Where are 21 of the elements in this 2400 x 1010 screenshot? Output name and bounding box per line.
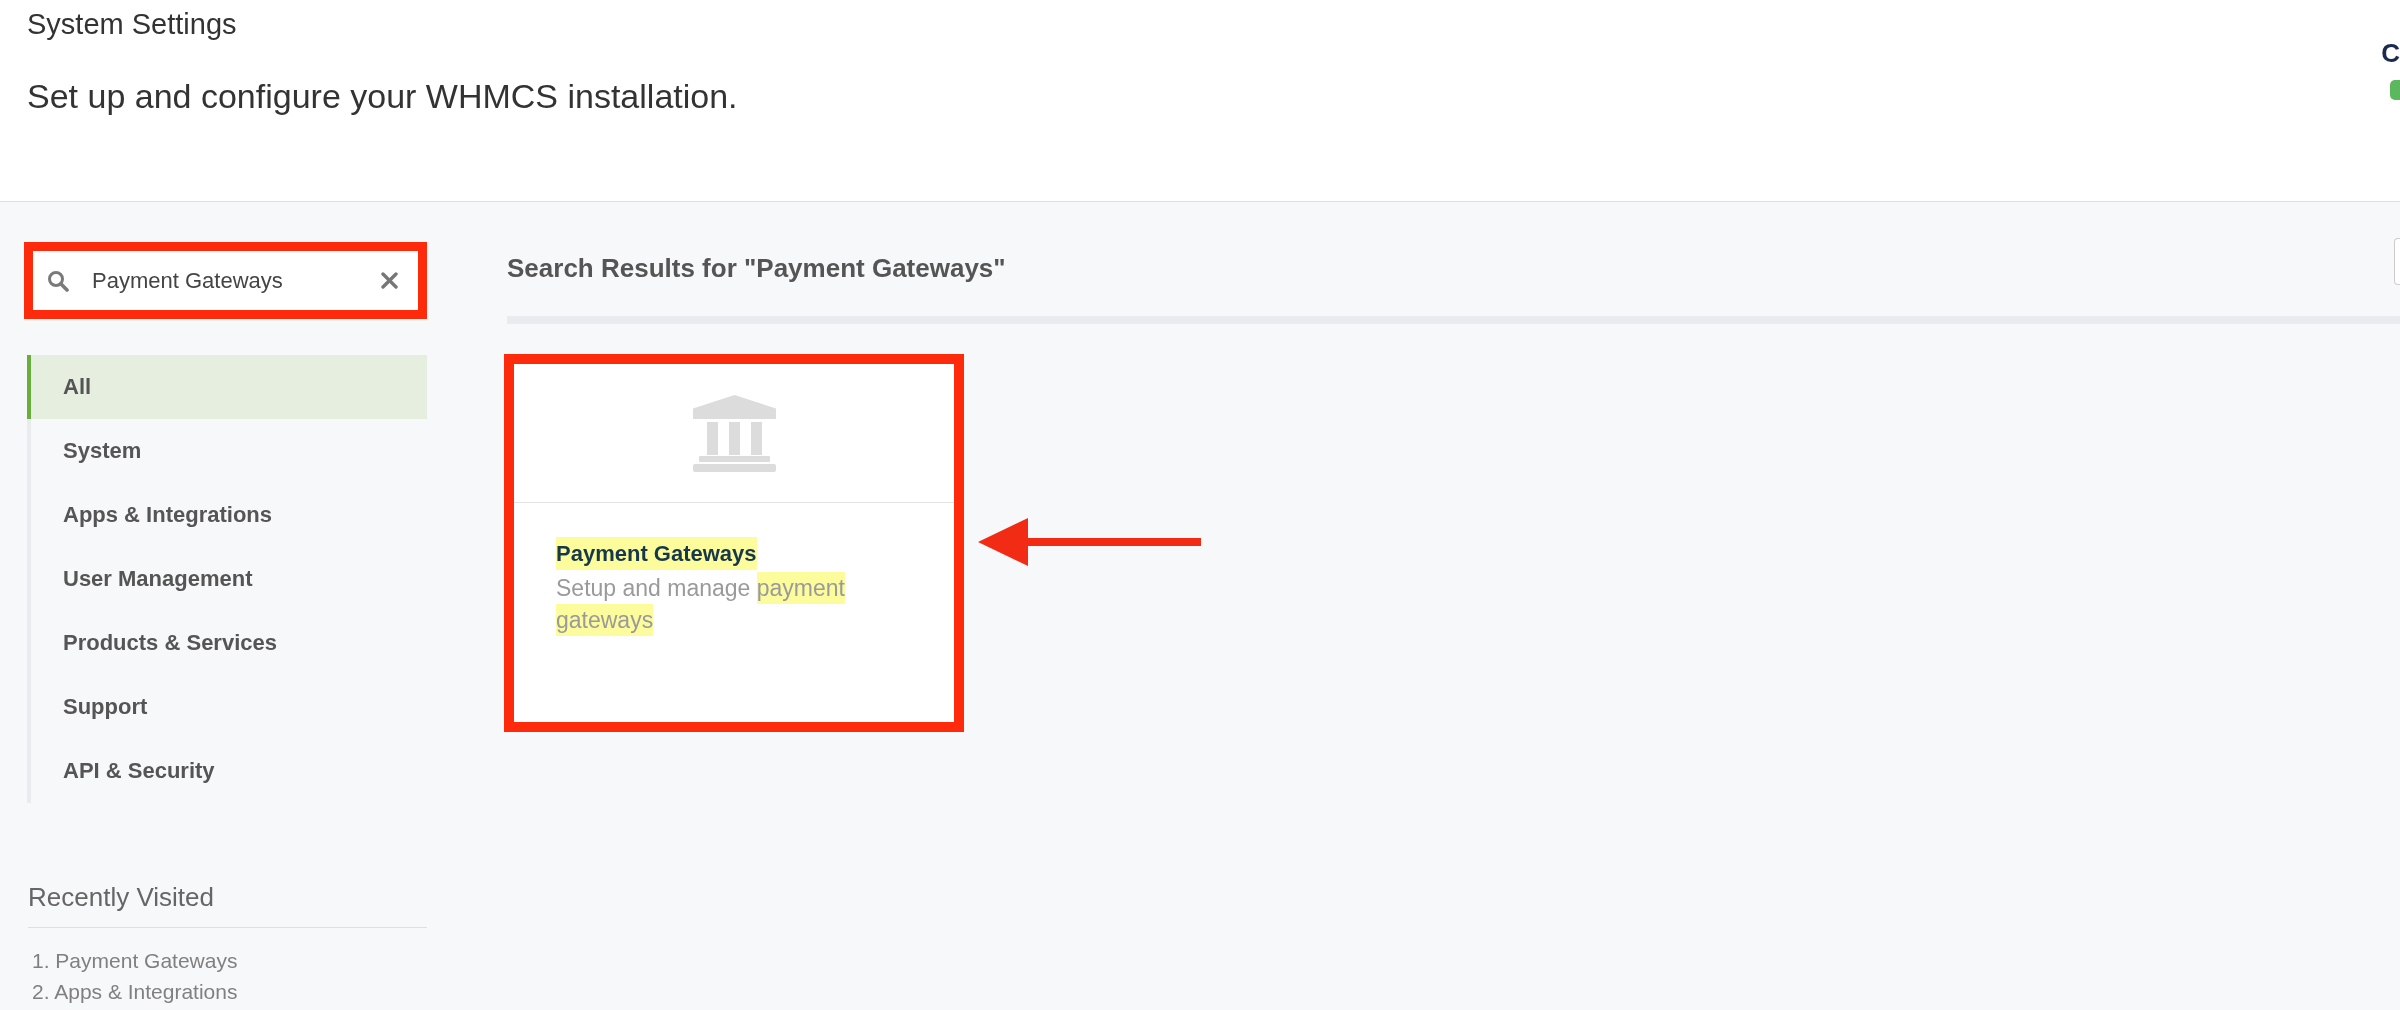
status-pill xyxy=(2390,80,2400,100)
recent-link[interactable]: 2. Apps & Integrations xyxy=(32,976,238,1007)
section-heading: Recently Visited xyxy=(28,881,214,913)
recent-link[interactable]: 1. Payment Gateways xyxy=(32,945,238,976)
sidebar-item[interactable]: Support xyxy=(27,675,427,739)
card-title: Payment Gateways xyxy=(556,537,757,570)
clear-icon[interactable] xyxy=(381,272,398,289)
bank-icon xyxy=(692,394,776,472)
page-subtitle: Set up and configure your WHMCS installation. xyxy=(27,76,738,117)
sidebar-item[interactable]: Products & Services xyxy=(27,611,427,675)
sidebar-item[interactable]: All xyxy=(27,355,427,419)
sidebar-item[interactable]: Apps & Integrations xyxy=(27,483,427,547)
result-card[interactable]: Payment Gateways Setup and manage payment gateways xyxy=(514,364,954,722)
header-label: C xyxy=(2381,38,2400,68)
page-title: System Settings xyxy=(27,7,237,42)
results-heading: Search Results for "Payment Gateways" xyxy=(507,252,1006,285)
sidebar-item[interactable]: User Management xyxy=(27,547,427,611)
sidebar-item[interactable]: API & Security xyxy=(27,739,427,803)
sidebar-item[interactable]: System xyxy=(27,419,427,483)
search-field[interactable]: Payment Gateways xyxy=(33,251,418,310)
search-icon xyxy=(47,270,69,292)
